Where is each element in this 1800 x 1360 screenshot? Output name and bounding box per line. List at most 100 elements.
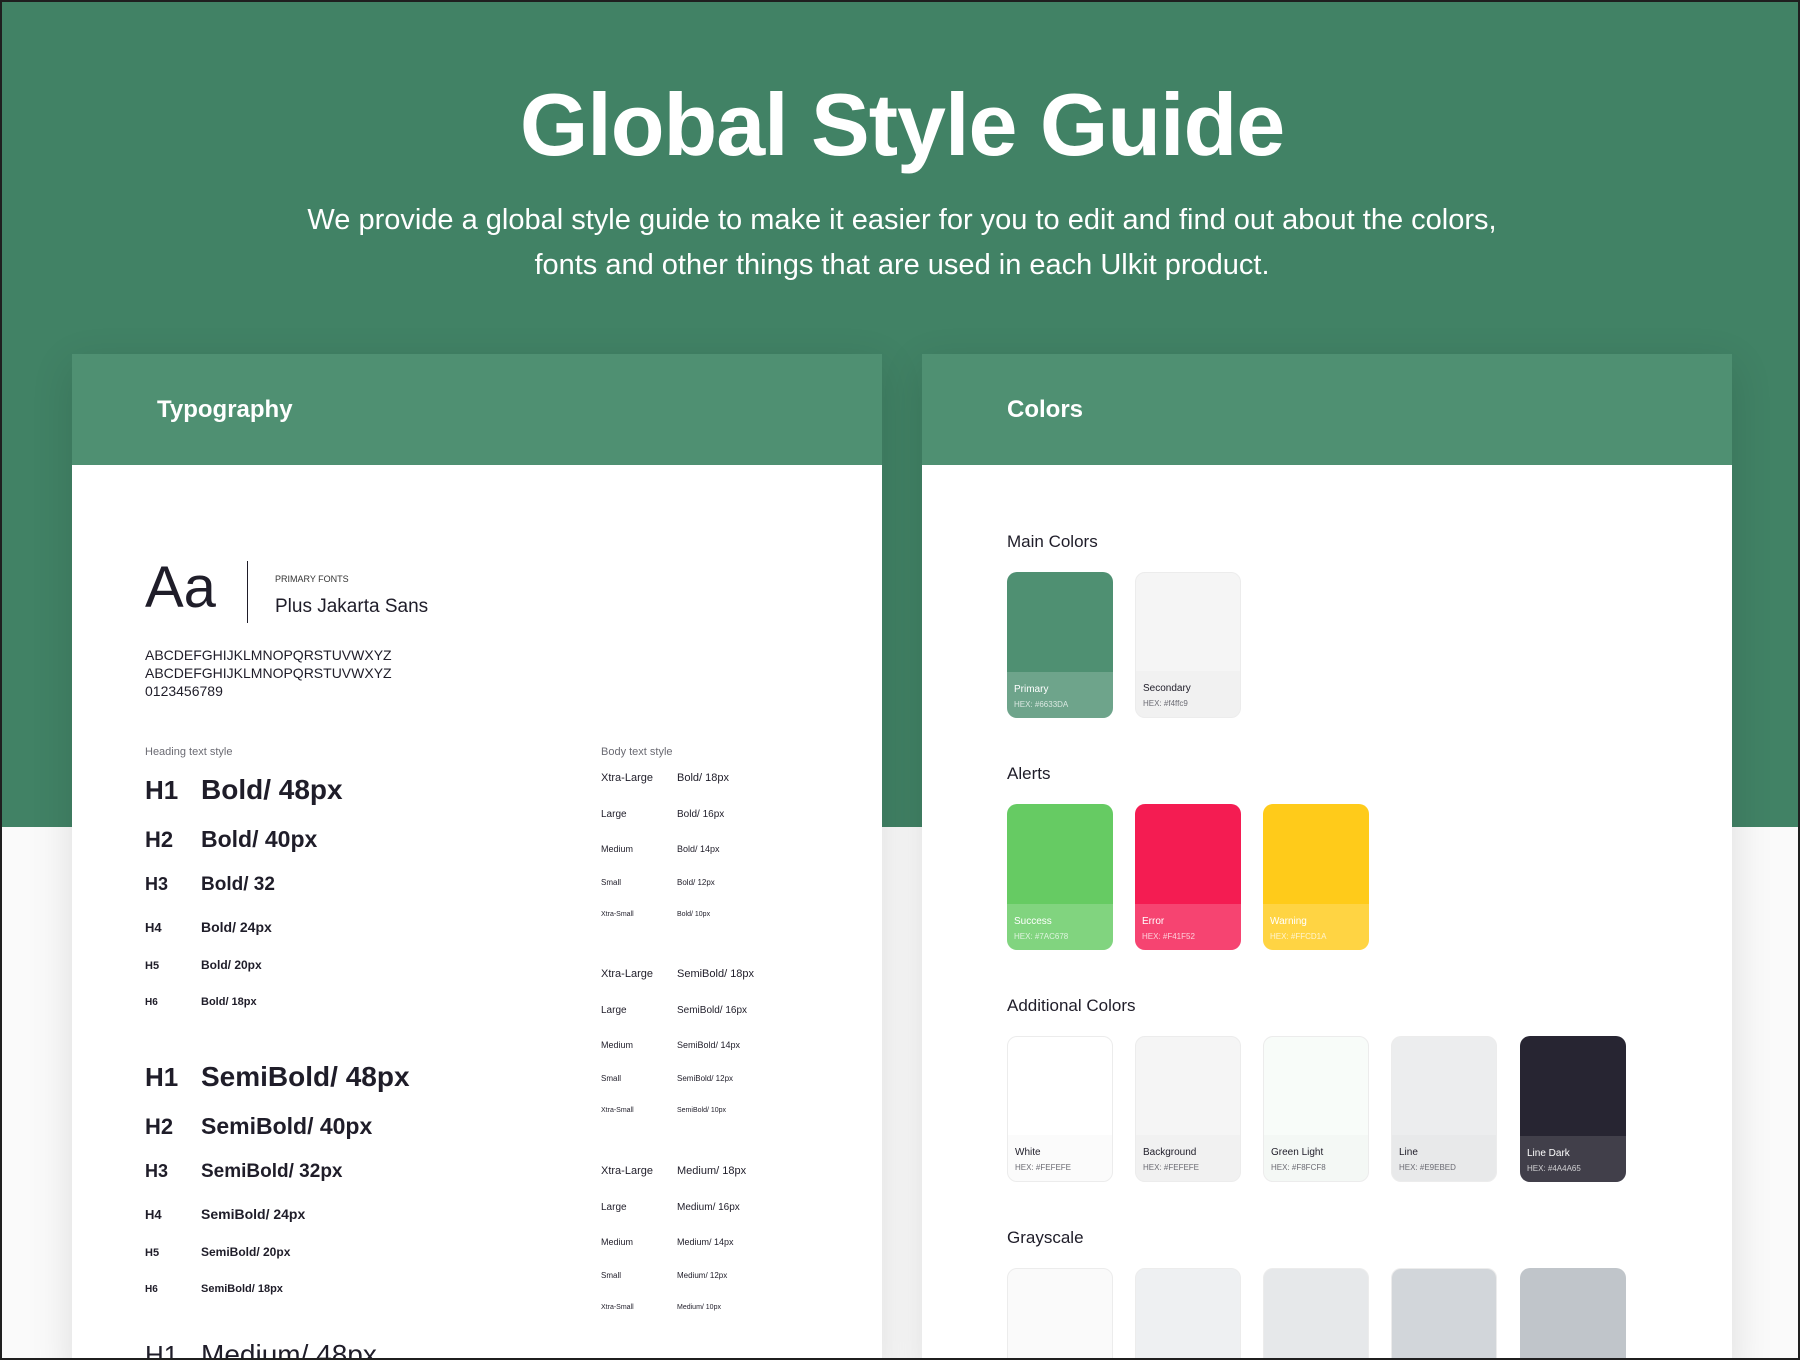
heading-medium-row-text: Medium/ 48px <box>201 1339 377 1360</box>
body-style-row: Large SemiBold/ 16px <box>601 1005 747 1016</box>
body-style-row-tag: Medium <box>601 1237 634 1247</box>
heading-bold-row: H1 Bold/ 48px <box>145 774 343 806</box>
body-style-row-text: Bold/ 16px <box>677 809 725 820</box>
main-swatch[interactable]: Primary HEX: #6633DA <box>1007 572 1113 718</box>
additional-swatch[interactable]: Background HEX: #FEFEFE <box>1135 1036 1241 1182</box>
swatch-label-band: Line Dark HEX: #4A4A65 <box>1520 1136 1626 1182</box>
heading-bold-row-tag: H3 <box>145 874 169 894</box>
body-style-row-tag: Small <box>601 878 622 887</box>
heading-medium-row-tag: H1 <box>145 1340 179 1360</box>
body-style-row-text: Bold/ 10px <box>677 911 711 918</box>
body-style-row: Xtra-Small Medium/ 10px <box>601 1304 721 1311</box>
heading-semibold-row: H3 SemiBold/ 32px <box>145 1161 343 1183</box>
additional-swatch[interactable]: Line HEX: #E9EBED <box>1391 1036 1497 1182</box>
swatch-hex: HEX: #4A4A65 <box>1527 1164 1581 1173</box>
body-style-row-text: Medium/ 10px <box>677 1304 721 1311</box>
swatch-name: White <box>1015 1147 1041 1158</box>
heading-bold-row-text: Bold/ 24px <box>201 919 272 935</box>
alerts-swatch[interactable]: Success HEX: #7AC678 <box>1007 804 1113 950</box>
heading-semibold-row-tag: H1 <box>145 1062 179 1092</box>
heading-semibold-row: H4 SemiBold/ 24px <box>145 1206 305 1222</box>
heading-bold-row-text: Bold/ 48px <box>201 774 343 805</box>
heading-semibold-row-text: SemiBold/ 20px <box>201 1245 291 1259</box>
swatch-label-band: Background HEX: #FEFEFE <box>1136 1135 1240 1181</box>
heading-semibold-row-text: SemiBold/ 18px <box>201 1283 283 1295</box>
heading-bold-row-tag: H6 <box>145 997 158 1008</box>
body-style-row-tag: Medium <box>601 844 634 854</box>
grayscale-swatch[interactable] <box>1135 1268 1241 1358</box>
swatch-name: Success <box>1014 916 1052 927</box>
body-style-row-text: Bold/ 18px <box>677 772 729 784</box>
body-style-row: Small Bold/ 12px <box>601 878 715 887</box>
alerts-title: Alerts <box>1007 764 1051 783</box>
primary-fonts-label: PRIMARY FONTS <box>275 574 349 584</box>
typography-card: Typography Aa PRIMARY FONTS Plus Jakarta… <box>72 354 882 1360</box>
heading-bold-row: H5 Bold/ 20px <box>145 958 262 972</box>
heading-semibold-row-text: SemiBold/ 32px <box>201 1161 343 1182</box>
heading-bold-row-tag: H5 <box>145 960 160 972</box>
heading-bold-row: H2 Bold/ 40px <box>145 826 317 853</box>
swatch-label-band: White HEX: #FEFEFE <box>1008 1135 1112 1181</box>
body-style-row-text: SemiBold/ 12px <box>677 1074 734 1083</box>
swatch-hex: HEX: #E9EBED <box>1399 1163 1456 1172</box>
subtitle-line-1: We provide a global style guide to make … <box>307 204 1497 236</box>
main-colors-title: Main Colors <box>1007 532 1098 551</box>
heading-semibold-row: H1 SemiBold/ 48px <box>145 1061 410 1093</box>
additional-swatch[interactable]: Green Light HEX: #F8FCF8 <box>1263 1036 1369 1182</box>
heading-semibold-row-text: SemiBold/ 24px <box>201 1206 306 1222</box>
heading-semibold-row-tag: H2 <box>145 1114 174 1139</box>
alphabet-sample: ABCDEFGHIJKLMNOPQRSTUVWXYZ ABCDEFGHIJKLM… <box>145 646 392 700</box>
subtitle-line-2: fonts and other things that are used in … <box>534 249 1270 281</box>
body-style-row-tag: Xtra-Small <box>601 911 634 918</box>
swatch-name: Warning <box>1270 916 1307 927</box>
swatch-name: Background <box>1143 1147 1197 1158</box>
heading-bold-row: H6 Bold/ 18px <box>145 996 257 1008</box>
grayscale-swatch[interactable] <box>1520 1268 1626 1358</box>
body-style-row-tag: Large <box>601 1005 627 1016</box>
body-style-row-tag: Xtra-Small <box>601 1304 634 1311</box>
body-style-row: Xtra-Small Bold/ 10px <box>601 911 710 918</box>
swatch-label-band: Green Light HEX: #F8FCF8 <box>1264 1135 1368 1181</box>
heading-bold-row-text: Bold/ 20px <box>201 958 262 972</box>
heading-bold-row-tag: H4 <box>145 920 162 935</box>
body-style-row-text: SemiBold/ 14px <box>677 1040 741 1050</box>
body-style-row-tag: Xtra-Large <box>601 772 653 784</box>
alphabet-line-1: ABCDEFGHIJKLMNOPQRSTUVWXYZ <box>145 647 392 663</box>
body-style-row-text: SemiBold/ 16px <box>677 1005 748 1016</box>
body-style-row: Xtra-Large Medium/ 18px <box>601 1165 746 1177</box>
alerts-swatch[interactable]: Warning HEX: #FFCD1A <box>1263 804 1369 950</box>
additional-colors-title: Additional Colors <box>1007 996 1136 1015</box>
body-style-row: Xtra-Small SemiBold/ 10px <box>601 1107 726 1114</box>
heading-bold-row-tag: H2 <box>145 827 174 852</box>
body-style-row-text: Medium/ 16px <box>677 1202 740 1213</box>
font-divider <box>247 561 248 623</box>
grayscale-swatch[interactable] <box>1007 1268 1113 1358</box>
swatch-label-band: Secondary HEX: #f4ffc9 <box>1136 671 1240 717</box>
swatch-name: Secondary <box>1143 683 1191 694</box>
body-style-row: Xtra-Large SemiBold/ 18px <box>601 968 754 980</box>
swatch-hex: HEX: #F8FCF8 <box>1271 1163 1326 1172</box>
swatch-label-band: Error HEX: #F41F52 <box>1135 904 1241 950</box>
style-guide-page: Global Style Guide We provide a global s… <box>0 0 1800 1360</box>
heading-semibold-row-tag: H4 <box>145 1207 162 1222</box>
colors-card-header: Colors <box>922 354 1732 465</box>
additional-swatch[interactable]: Line Dark HEX: #4A4A65 <box>1520 1036 1626 1182</box>
additional-swatch[interactable]: White HEX: #FEFEFE <box>1007 1036 1113 1182</box>
body-style-row-text: Medium/ 18px <box>677 1165 747 1177</box>
heading-semibold-row: H2 SemiBold/ 40px <box>145 1113 372 1140</box>
main-swatch[interactable]: Secondary HEX: #f4ffc9 <box>1135 572 1241 718</box>
alerts-swatch[interactable]: Error HEX: #F41F52 <box>1135 804 1241 950</box>
swatch-label-band: Warning HEX: #FFCD1A <box>1263 904 1369 950</box>
swatch-hex: HEX: #FEFEFE <box>1143 1163 1200 1172</box>
body-style-row: Medium SemiBold/ 14px <box>601 1040 740 1050</box>
grayscale-swatch[interactable] <box>1391 1268 1497 1358</box>
swatch-name: Primary <box>1014 684 1049 695</box>
body-style-row-tag: Xtra-Large <box>601 1165 653 1177</box>
heading-semibold-row: H5 SemiBold/ 20px <box>145 1245 290 1259</box>
swatch-hex: HEX: #f4ffc9 <box>1143 699 1188 708</box>
swatch-label-band: Line HEX: #E9EBED <box>1392 1135 1496 1181</box>
body-style-row-text: Bold/ 14px <box>677 844 720 854</box>
heading-semibold-row-tag: H6 <box>145 1284 158 1295</box>
body-style-row-text: SemiBold/ 18px <box>677 968 755 980</box>
grayscale-swatch[interactable] <box>1263 1268 1369 1358</box>
